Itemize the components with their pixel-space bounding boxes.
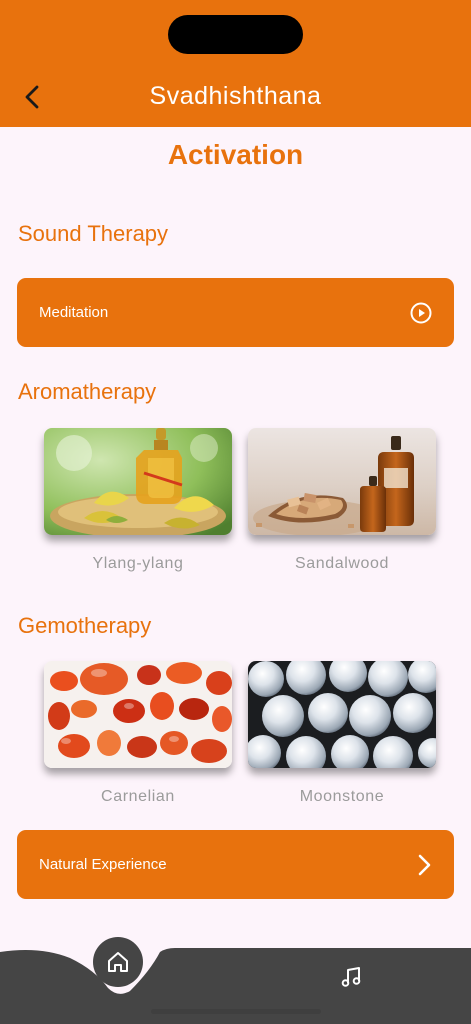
meditation-label: Meditation <box>39 304 109 321</box>
natural-experience-label: Natural Experience <box>39 856 167 873</box>
carnelian-label: Carnelian <box>101 788 175 805</box>
gemotherapy-title: Gemotherapy <box>18 613 152 638</box>
music-nav-button[interactable] <box>335 960 369 994</box>
natural-experience-button[interactable]: Natural Experience <box>17 830 454 899</box>
moonstone-image <box>248 661 436 768</box>
app-header: Svadhishthana <box>0 0 471 127</box>
music-note-icon <box>341 967 361 987</box>
page-title: Activation <box>167 139 304 170</box>
ylang-ylang-image <box>44 428 232 535</box>
sandalwood-label: Sandalwood <box>294 555 390 572</box>
play-circle-icon <box>410 302 432 323</box>
moonstone-label: Moonstone <box>299 788 385 805</box>
moonstone-card[interactable] <box>248 661 436 768</box>
ylang-ylang-card[interactable] <box>44 428 232 535</box>
carnelian-card[interactable] <box>44 661 232 768</box>
chevron-right-icon <box>418 854 431 875</box>
meditation-button[interactable]: Meditation <box>17 278 454 347</box>
sandalwood-card[interactable] <box>248 428 436 535</box>
home-nav-button[interactable] <box>93 937 143 987</box>
ylang-ylang-label: Ylang-ylang <box>92 555 184 572</box>
aromatherapy-title: Aromatherapy <box>18 379 157 404</box>
home-icon <box>108 952 128 972</box>
sandalwood-image <box>248 428 436 535</box>
sound-therapy-title: Sound Therapy <box>18 221 169 246</box>
carnelian-image <box>44 661 232 768</box>
device-notch <box>168 15 303 54</box>
header-title: Svadhishthana <box>149 82 322 110</box>
home-indicator <box>151 1009 321 1014</box>
